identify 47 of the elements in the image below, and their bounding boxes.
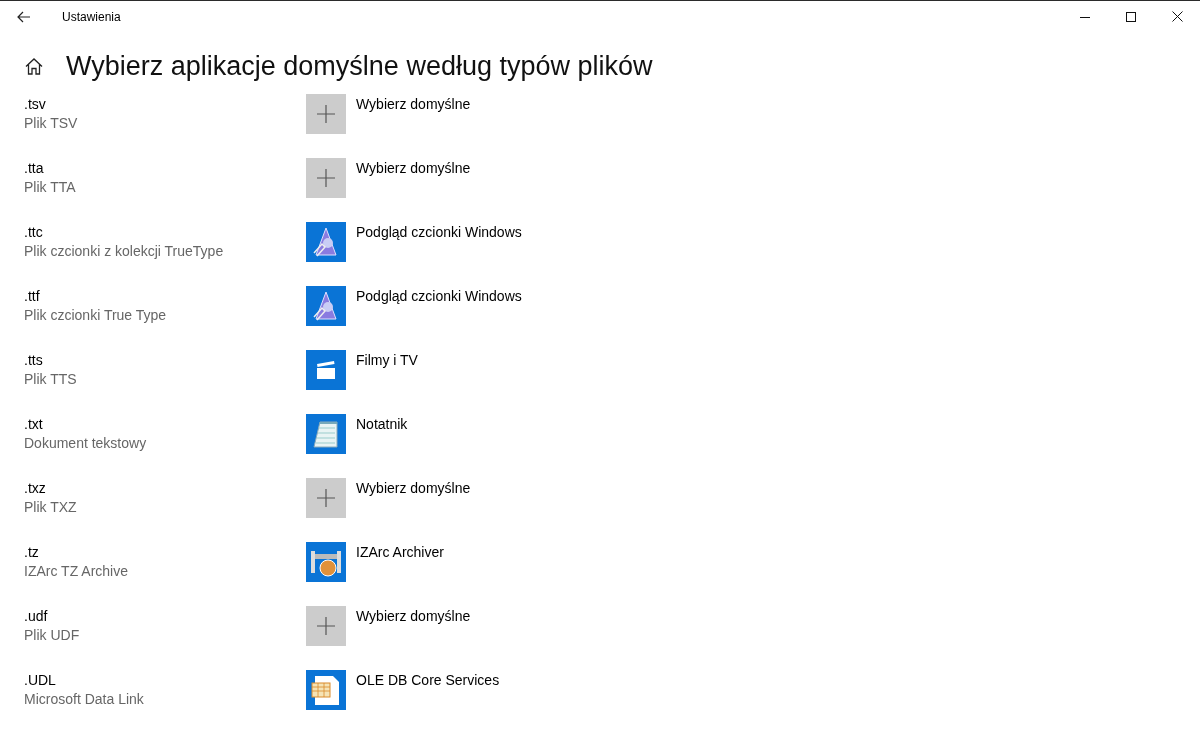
default-app-button[interactable]: Wybierz domyślne (306, 158, 477, 198)
font-viewer-icon (306, 222, 346, 262)
page-heading: Wybierz aplikacje domyślne według typów plików (66, 50, 653, 82)
plus-icon (306, 94, 346, 134)
file-type-description: Plik TXZ (24, 498, 78, 517)
file-extension: .tta (24, 159, 45, 177)
default-app-button[interactable]: Podgląd czcionki Windows (306, 286, 528, 326)
file-extension: .tz (24, 543, 40, 561)
home-icon (25, 57, 43, 75)
default-app-button[interactable]: Wybierz domyślne (306, 478, 477, 518)
file-type-description: Plik czcionki True Type (24, 306, 168, 325)
default-app-button[interactable]: Wybierz domyślne (306, 94, 477, 134)
file-extension: .udf (24, 607, 49, 625)
plus-icon (306, 158, 346, 198)
file-type-description: IZArc TZ Archive (24, 562, 129, 581)
font-viewer-icon (306, 286, 346, 326)
default-app-button[interactable]: Filmy i TV (306, 350, 424, 390)
window-title: Ustawienia (62, 9, 121, 24)
maximize-icon (1126, 11, 1136, 22)
plus-icon (306, 606, 346, 646)
archive-icon (306, 542, 346, 582)
file-extension: .tts (24, 351, 44, 369)
close-icon (1171, 11, 1183, 22)
home-button[interactable] (24, 56, 44, 76)
file-type-description: Dokument tekstowy (24, 434, 148, 453)
file-extension: .UDL (24, 671, 57, 689)
file-type-description: Plik TSV (24, 114, 79, 133)
file-type-description: Plik TTS (24, 370, 78, 389)
file-extension: .ttf (24, 287, 41, 305)
spreadsheet-icon (306, 670, 346, 710)
file-type-description: Microsoft Data Link (24, 690, 145, 709)
notepad-icon (306, 414, 346, 454)
file-type-description: Plik UDF (24, 626, 81, 645)
default-app-button[interactable]: OLE DB Core Services (306, 670, 506, 710)
file-extension: .ttc (24, 223, 44, 241)
default-app-button[interactable]: Podgląd czcionki Windows (306, 222, 528, 262)
default-app-button[interactable]: Wybierz domyślne (306, 606, 477, 646)
back-arrow-icon (17, 10, 31, 23)
clapperboard-icon (306, 350, 346, 390)
default-app-button[interactable]: Notatnik (306, 414, 414, 454)
file-type-description: Plik czcionki z kolekcji TrueType (24, 242, 225, 261)
file-type-description: Plik TTA (24, 178, 77, 197)
plus-icon (306, 478, 346, 518)
file-extension: .txt (24, 415, 44, 433)
file-extension: .txz (24, 479, 47, 497)
file-extension: .tsv (24, 95, 47, 113)
default-app-button[interactable]: IZArc Archiver (306, 542, 450, 582)
